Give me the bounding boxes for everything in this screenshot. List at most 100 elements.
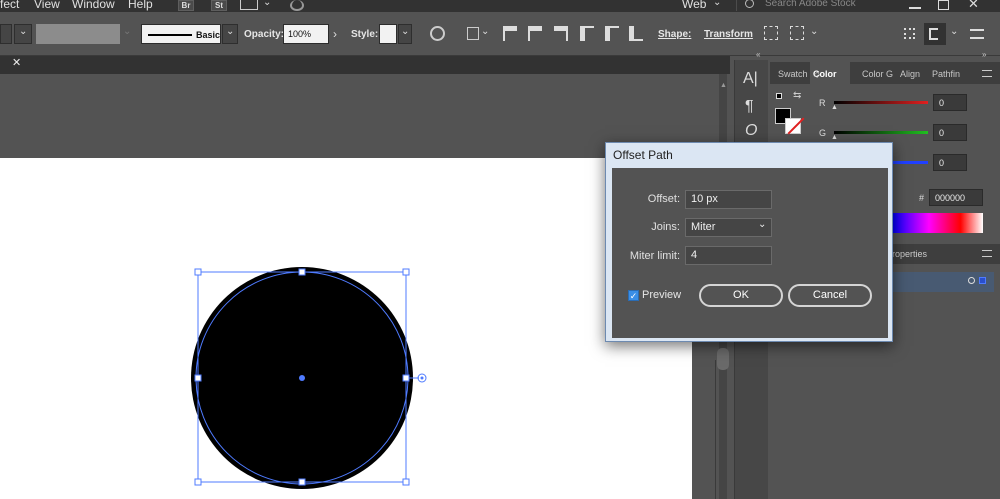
menu-view[interactable]: View (34, 0, 60, 11)
offset-input[interactable]: 10 px (685, 190, 772, 209)
workspace-switcher[interactable]: Web (682, 0, 706, 11)
style-swatch[interactable] (379, 24, 397, 44)
g-slider[interactable] (834, 131, 928, 134)
chevron-down-icon[interactable]: ⌄ (950, 26, 958, 37)
align-vcenter-icon[interactable] (605, 26, 619, 41)
artwork-canvas (191, 267, 427, 489)
r-value[interactable]: 0 (933, 94, 967, 111)
stroke-field[interactable] (36, 24, 120, 44)
select-similar-icon[interactable] (764, 26, 778, 40)
opacity-input[interactable]: 100% (283, 24, 329, 44)
r-slider[interactable] (834, 101, 928, 104)
hex-input[interactable]: 000000 (929, 189, 983, 206)
chevron-down-icon[interactable]: ⌄ (481, 26, 489, 37)
align-bottom-icon[interactable] (629, 26, 643, 41)
brush-label: Basic (196, 30, 221, 40)
align-left-icon[interactable] (503, 26, 517, 41)
preview-label[interactable]: Preview (642, 289, 681, 301)
brush-definition[interactable]: Basic (141, 24, 221, 44)
dialog-title: Offset Path (613, 148, 673, 162)
target-icon[interactable] (968, 277, 975, 284)
chevron-down-icon[interactable]: ⌄ (263, 0, 271, 8)
bridge-button[interactable]: Br (178, 0, 194, 11)
arrange-docs-icon[interactable] (240, 0, 258, 10)
panel-menu-icon[interactable] (982, 250, 992, 257)
selection-indicator-icon[interactable] (979, 277, 986, 284)
chevron-down-icon: ⌄ (758, 219, 767, 230)
preview-checkbox[interactable]: ✓ (628, 290, 639, 301)
panel-menu-icon[interactable] (982, 70, 992, 77)
menu-window[interactable]: Window (72, 0, 115, 11)
g-value[interactable]: 0 (933, 124, 967, 141)
chevron-down-icon[interactable]: ⌄ (810, 26, 818, 37)
slider-handle-icon[interactable]: ▲ (831, 134, 838, 141)
offset-path-dialog: Offset Path Offset: 10 px Joins: Miter ⌄… (605, 142, 893, 342)
tab-properties[interactable]: roperties (892, 249, 927, 259)
control-bar: ⌄ ⌄ Basic ⌄ Opacity: 100% › Style: ⌄ ⌄ S… (0, 12, 1000, 56)
chevron-down-icon[interactable]: ⌄ (713, 0, 721, 8)
minimize-icon[interactable] (909, 1, 921, 9)
ok-button[interactable]: OK (699, 284, 783, 307)
miter-limit-input[interactable]: 4 (685, 246, 772, 265)
transform-link[interactable]: Transform (704, 29, 753, 40)
paragraph-panel-icon[interactable]: ¶ (745, 98, 754, 116)
stock-button[interactable]: St (211, 0, 227, 11)
scroll-up-icon[interactable]: ▲ (720, 82, 727, 89)
b-slider[interactable] (893, 161, 928, 164)
joins-select[interactable]: Miter ⌄ (685, 218, 772, 237)
r-label: R (819, 98, 826, 108)
color-spectrum[interactable] (893, 213, 983, 233)
handle-ml (194, 374, 202, 382)
b-value[interactable]: 0 (933, 154, 967, 171)
g-label: G (819, 128, 827, 138)
tab-color-guide[interactable]: Color G (862, 69, 893, 79)
close-tab-icon[interactable]: ✕ (12, 56, 21, 69)
recolor-artwork-icon[interactable] (430, 26, 445, 41)
align-to-icon[interactable] (467, 27, 479, 40)
chevron-down-icon[interactable]: ⌄ (123, 26, 131, 37)
handle-bc (298, 478, 306, 486)
cancel-button[interactable]: Cancel (788, 284, 872, 307)
tab-pathfinder[interactable]: Pathfin (932, 69, 960, 79)
opentype-panel-icon[interactable]: O (745, 122, 757, 140)
artboard[interactable] (0, 158, 692, 499)
menu-help[interactable]: Help (128, 0, 153, 11)
search-icon (745, 0, 754, 8)
scroll-thumb[interactable] (717, 348, 729, 370)
align-hcenter-icon[interactable] (528, 26, 542, 41)
swap-colors-icon[interactable]: ⇆ (793, 90, 801, 101)
menu-effect[interactable]: fect (0, 0, 19, 11)
gpu-performance-icon[interactable] (290, 0, 304, 11)
collapse-panels-icon[interactable]: « (756, 50, 760, 59)
tab-align[interactable]: Align (900, 69, 920, 79)
handle-br (402, 478, 410, 486)
panel-tab-bar: Swatch Color ◇ Color G Align Pathfin (770, 62, 1000, 84)
align-right-icon[interactable] (554, 26, 568, 41)
chevron-right-icon[interactable]: › (333, 27, 337, 41)
slider-handle-icon[interactable]: ▲ (831, 104, 838, 111)
chevron-down-icon: ⌄ (401, 26, 410, 37)
search-input[interactable]: Search Adobe Stock (765, 0, 856, 9)
default-colors-icon[interactable] (776, 93, 782, 99)
fill-swatch[interactable] (0, 24, 12, 44)
bracket-icon (929, 28, 938, 40)
align-top-icon[interactable] (580, 26, 594, 41)
collapse-panels-icon[interactable]: » (982, 50, 986, 59)
dialog-body: Offset: 10 px Joins: Miter ⌄ Miter limit… (612, 168, 888, 338)
miter-limit-label: Miter limit: (629, 250, 680, 262)
maximize-icon[interactable] (938, 0, 949, 10)
arrange-icon[interactable] (904, 28, 915, 39)
isolate-group-icon[interactable] (790, 26, 804, 40)
close-icon[interactable]: ✕ (968, 0, 979, 12)
menu-icon[interactable] (970, 29, 984, 39)
menu-bar: fect View Window Help Br St ⌄ Web ⌄ Sear… (0, 0, 1000, 12)
stock-search[interactable]: Search Adobe Stock (736, 0, 896, 11)
character-panel-icon[interactable]: A| (743, 70, 758, 88)
center-point (299, 375, 305, 381)
shape-link[interactable]: Shape: (658, 29, 691, 40)
handle-tl (194, 268, 202, 276)
layer-row-selected[interactable] (892, 272, 994, 292)
tab-swatches[interactable]: Swatch (778, 69, 808, 79)
handle-mr (402, 374, 410, 382)
handle-bl (194, 478, 202, 486)
